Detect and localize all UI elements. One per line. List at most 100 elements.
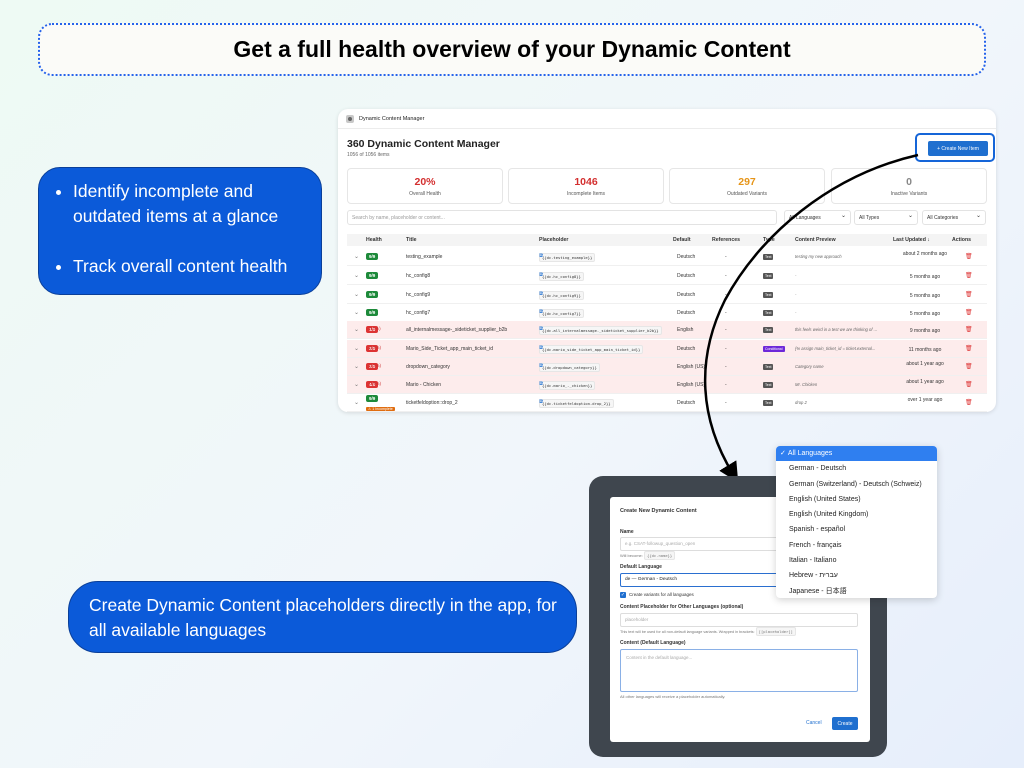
create-variants-checkbox[interactable]: ✓ <box>620 592 626 598</box>
column-header[interactable]: References <box>712 237 740 243</box>
content-textarea[interactable]: Content in the default language... <box>620 649 858 692</box>
expand-chevron-icon[interactable]: ⌄ <box>354 326 359 333</box>
table-row[interactable]: ⌄ 4/9 (44%) Mario - Chicken {{dc.mario_-_chi… <box>347 376 987 394</box>
type-badge: Text <box>763 400 774 406</box>
table-header: Health Title Placeholder Default Referen… <box>347 234 987 246</box>
column-header[interactable]: Last Updated ↓ <box>893 237 930 243</box>
table-row[interactable]: ⌄ 9/9 hc_config7 {{dc.hc_config7}} ⧉ ↗ Deuts… <box>347 304 987 322</box>
callout-bullet: Track overall content health <box>73 254 307 279</box>
expand-chevron-icon[interactable]: ⌄ <box>354 363 359 370</box>
create-button-highlight: + Create New Item <box>915 133 995 162</box>
table-row[interactable]: ⌄ 2/9 (22%) dropdown_category {{dc.dropdown_… <box>347 358 987 376</box>
external-link-icon[interactable]: ↗ <box>539 345 544 351</box>
column-header[interactable]: Default <box>673 237 691 243</box>
placeholder-code: {{dc.testing_example}} <box>539 253 596 262</box>
table-row[interactable]: ⌄ 9/9 hc_config9 {{dc.hc_config9}} ⧉ ↗ Deuts… <box>347 286 987 304</box>
column-header[interactable]: Placeholder <box>539 237 568 243</box>
language-option[interactable]: English (United Kingdom) <box>776 507 937 522</box>
column-header[interactable]: Actions <box>952 237 971 243</box>
search-input[interactable]: Search by name, placeholder or content..… <box>347 210 777 225</box>
external-link-icon[interactable]: ↗ <box>539 253 544 259</box>
table-row[interactable]: ⌄ 9/9 ticketfeldoption::drop_2 {{dc.ticketf… <box>347 394 987 412</box>
column-header[interactable]: Health <box>366 237 382 243</box>
delete-icon[interactable]: 🗑 <box>965 253 973 260</box>
stat-card-incomplete: 1046 Incomplete Items <box>508 168 664 204</box>
name-label: Name <box>620 529 634 535</box>
language-option[interactable]: German (Switzerland) - Deutsch (Schweiz) <box>776 477 937 492</box>
delete-icon[interactable]: 🗑 <box>965 381 973 388</box>
default-language-select[interactable]: de — German - Deutsch <box>620 573 780 587</box>
placeholder-code: {{dc.ticketfeldoption-drop_2}} <box>539 399 614 408</box>
last-updated-cell: about 1 year ago <box>906 361 944 367</box>
content-preview-cell: - <box>795 292 797 297</box>
health-badge: 9/9 <box>366 395 379 402</box>
references-cell: - <box>725 364 727 370</box>
expand-chevron-icon[interactable]: ⌄ <box>354 399 359 406</box>
language-option[interactable]: German - Deutsch <box>776 461 937 476</box>
expand-chevron-icon[interactable]: ⌄ <box>354 381 359 388</box>
expand-chevron-icon[interactable]: ⌄ <box>354 309 359 316</box>
category-filter-select[interactable]: All Categories <box>922 210 986 225</box>
default-language-cell: English <box>677 327 694 333</box>
expand-chevron-icon[interactable]: ⌄ <box>354 253 359 260</box>
create-new-item-button[interactable]: + Create New Item <box>928 141 988 156</box>
references-cell: - <box>725 254 727 260</box>
type-badge: Text <box>763 273 774 279</box>
delete-icon[interactable]: 🗑 <box>965 399 973 406</box>
expand-chevron-icon[interactable]: ⌄ <box>354 291 359 298</box>
title-cell: Mario_Side_Ticket_app_main_ticket_id <box>406 346 494 352</box>
delete-icon[interactable]: 🗑 <box>965 309 973 316</box>
external-link-icon[interactable]: ↗ <box>539 399 544 405</box>
external-link-icon[interactable]: ↗ <box>539 309 544 315</box>
cancel-button[interactable]: Cancel <box>806 720 822 726</box>
expand-chevron-icon[interactable]: ⌄ <box>354 345 359 352</box>
title-cell: hc_config8 <box>406 273 431 279</box>
language-option[interactable]: English (United States) <box>776 492 937 507</box>
column-header[interactable]: Type <box>763 237 775 243</box>
type-filter-select[interactable]: All Types <box>854 210 918 225</box>
delete-icon[interactable]: 🗑 <box>965 291 973 298</box>
language-option[interactable]: Japanese - 日本語 <box>776 584 937 598</box>
external-link-icon[interactable]: ↗ <box>539 291 544 297</box>
table-row[interactable]: ⌄ 1/9 (11%) all_internalmessage-_sideticket… <box>347 321 987 339</box>
table-row[interactable]: ⌄ 9/9 testing_example {{dc.testing_example}… <box>347 248 987 266</box>
type-badge: Text <box>763 364 774 370</box>
last-updated-cell: over 1 year ago <box>907 397 943 403</box>
language-option[interactable]: Italian - Italiano <box>776 553 937 568</box>
delete-icon[interactable]: 🗑 <box>965 345 973 352</box>
page-headline: Get a full health overview of your Dynam… <box>38 23 986 76</box>
last-updated-cell: 5 months ago <box>909 293 941 299</box>
default-language-cell: Deutsch <box>677 310 696 316</box>
external-link-icon[interactable]: ↗ <box>539 326 544 332</box>
column-header[interactable]: Content Preview <box>795 237 836 243</box>
table-row[interactable]: ⌄ 2/9 (22%) Mario_Side_Ticket_app_main_tick… <box>347 340 987 358</box>
placeholder-code: {{dc.all_internalmessage-_sideticket_sup… <box>539 326 662 335</box>
table-row[interactable]: ⌄ 9/9 hc_config8 {{dc.hc_config8}} ⧉ ↗ Deuts… <box>347 267 987 285</box>
language-option[interactable]: Hebrew - עברית <box>776 568 937 583</box>
placeholder-code: {{dc.mario_-_chicken}} <box>539 381 596 390</box>
checkmark-icon: ✓ <box>780 450 786 457</box>
external-link-icon[interactable]: ↗ <box>539 381 544 387</box>
type-badge: Text <box>763 382 774 388</box>
stat-label: Overall Health <box>409 191 441 197</box>
column-header[interactable]: Title <box>406 237 417 243</box>
language-option[interactable]: Spanish - español <box>776 522 937 537</box>
title-cell: dropdown_category <box>406 364 450 370</box>
language-option[interactable]: ✓ All Languages <box>776 446 937 462</box>
external-link-icon[interactable]: ↗ <box>539 363 544 369</box>
other-languages-hint-code: [[placeholder]] <box>755 627 796 636</box>
delete-icon[interactable]: 🗑 <box>965 272 973 279</box>
delete-icon[interactable]: 🗑 <box>965 363 973 370</box>
delete-icon[interactable]: 🗑 <box>965 326 973 333</box>
language-option-label: All Languages <box>787 450 833 457</box>
external-link-icon[interactable]: ↗ <box>539 272 544 278</box>
create-button[interactable]: Create <box>832 717 858 730</box>
last-updated-cell: 5 months ago <box>909 274 941 280</box>
language-filter-select[interactable]: All Languages <box>784 210 851 225</box>
expand-chevron-icon[interactable]: ⌄ <box>354 272 359 279</box>
modal-title: Create New Dynamic Content <box>620 508 697 514</box>
language-option[interactable]: French - français <box>776 538 937 553</box>
default-language-label: Default Language <box>620 564 662 570</box>
health-percent: (11%) <box>369 326 381 331</box>
other-languages-input[interactable]: placeholder <box>620 613 858 627</box>
